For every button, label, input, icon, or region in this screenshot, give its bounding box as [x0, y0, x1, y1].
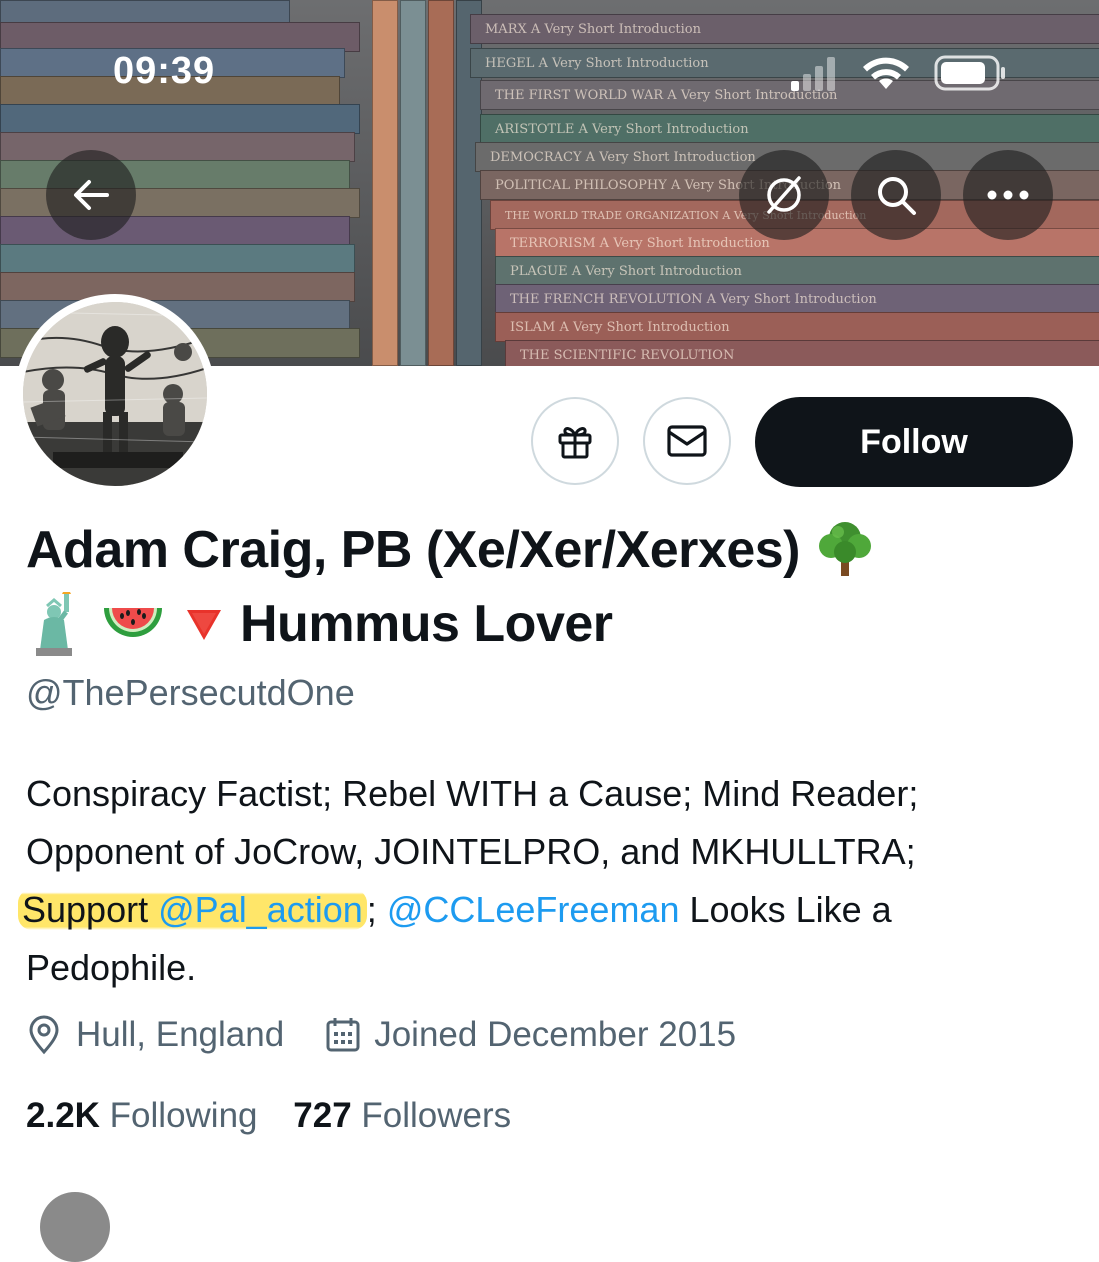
followers-label: Followers [361, 1096, 512, 1135]
statue-of-liberty-emoji-icon [36, 592, 72, 656]
bio-support-text: Support [22, 889, 149, 930]
translate-off-icon [767, 176, 801, 214]
more-button[interactable] [963, 150, 1053, 240]
location-pin-icon [29, 1015, 59, 1055]
following-link[interactable]: 2.2K Following [26, 1096, 258, 1135]
message-button[interactable] [643, 397, 731, 485]
tree-emoji-icon [818, 522, 871, 577]
battery-icon [934, 55, 1005, 91]
bio-text: Looks Like a [689, 889, 892, 930]
profile-handle: @ThePersecutdOne [26, 672, 355, 713]
following-count: 2.2K [26, 1096, 100, 1135]
watermelon-emoji-icon [104, 608, 162, 637]
status-time: 09:39 [113, 50, 216, 92]
banner-book: THE SCIENTIFIC REVOLUTION [505, 340, 1099, 366]
banner-book: PLAGUE A Very Short Introduction [495, 256, 1099, 286]
bio-separator: ; [366, 889, 377, 930]
highlighted-text: Support @Pal_action [18, 889, 367, 930]
display-name-line2: Hummus Lover [26, 592, 613, 656]
join-date-text: Joined December 2015 [374, 1015, 737, 1054]
mention-link[interactable]: @Pal_action [158, 889, 363, 930]
join-date: Joined December 2015 [324, 1015, 736, 1055]
following-label: Following [109, 1096, 258, 1135]
follow-button[interactable]: Follow [755, 397, 1073, 487]
followers-count: 727 [293, 1096, 352, 1135]
banner-book: MARX A Very Short Introduction [470, 14, 1099, 44]
translate-button[interactable] [739, 150, 829, 240]
bio-line: Opponent of JoCrow, JOINTELPRO, and MKHU… [26, 831, 916, 872]
search-icon [878, 177, 916, 215]
mention-link[interactable]: @CCLeeFreeman [387, 889, 680, 930]
display-name-suffix: Hummus Lover [240, 595, 613, 653]
followers-link[interactable]: 727 Followers [293, 1096, 511, 1135]
location-text: Hull, England [76, 1015, 285, 1054]
display-name: Adam Craig, PB (Xe/Xer/Xerxes) [26, 521, 801, 579]
banner-book: ARISTOTLE A Very Short Introduction [480, 114, 1099, 144]
red-triangle-emoji-icon [187, 610, 221, 640]
search-button[interactable] [851, 150, 941, 240]
bio-line: Pedophile. [26, 947, 197, 988]
cellular-signal-icon [791, 57, 835, 91]
profile-meta: Hull, England Joined December 2015 [26, 1015, 736, 1055]
gift-icon [558, 427, 592, 459]
arrow-left-icon [74, 180, 109, 210]
location: Hull, England [26, 1015, 284, 1055]
follow-stats: 2.2K Following 727 Followers [26, 1096, 511, 1136]
followed-by-avatar [40, 1192, 110, 1262]
avatar-image [23, 302, 207, 486]
banner-book: ISLAM A Very Short Introduction [495, 312, 1099, 342]
bio-line: Conspiracy Factist; Rebel WITH a Cause; … [26, 773, 919, 814]
avatar[interactable] [15, 294, 215, 494]
mail-icon [667, 425, 707, 457]
gift-button[interactable] [531, 397, 619, 485]
profile-bio: Conspiracy Factist; Rebel WITH a Cause; … [18, 765, 1076, 997]
bio-line: Support @Pal_action; @CCLeeFreeman Looks… [18, 881, 1076, 939]
wifi-icon [863, 57, 909, 89]
display-name-line1: Adam Craig, PB (Xe/Xer/Xerxes) [26, 520, 874, 580]
more-icon [987, 190, 1029, 200]
back-button[interactable] [46, 150, 136, 240]
calendar-icon [326, 1018, 360, 1052]
status-icons [791, 53, 1021, 93]
banner-book: THE FRENCH REVOLUTION A Very Short Intro… [495, 284, 1099, 314]
